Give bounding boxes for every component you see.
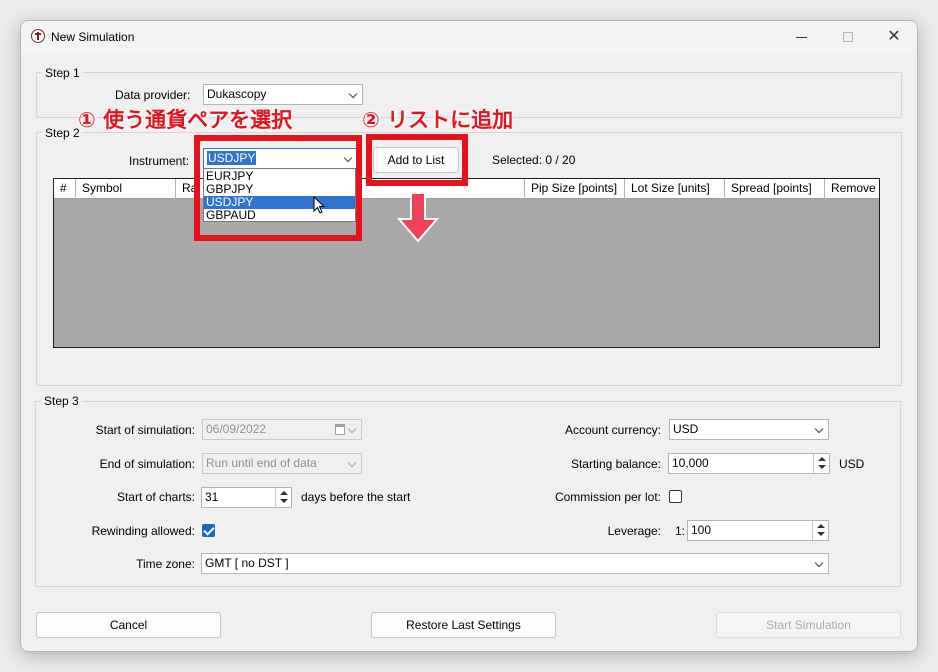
leverage-stepper[interactable]: 100 xyxy=(687,520,829,541)
instrument-label: Instrument: xyxy=(129,154,190,168)
stepper-buttons[interactable] xyxy=(275,488,291,507)
minimize-icon xyxy=(796,37,807,38)
arrow-up-icon xyxy=(818,457,826,461)
start-of-charts-stepper[interactable]: 31 xyxy=(201,487,292,508)
maximize-button[interactable] xyxy=(825,21,871,53)
window-title: New Simulation xyxy=(51,30,135,44)
start-of-charts-suffix: days before the start xyxy=(301,490,411,504)
time-zone-select[interactable]: GMT [ no DST ] xyxy=(201,553,829,574)
calendar-icon xyxy=(335,424,345,435)
app-logo-icon xyxy=(31,29,45,43)
start-of-charts-label: Start of charts: xyxy=(116,490,195,504)
starting-balance-stepper[interactable]: 10,000 xyxy=(668,453,830,474)
leverage-prefix: 1: xyxy=(675,524,686,538)
account-currency-value: USD xyxy=(673,422,699,436)
start-of-charts-value: 31 xyxy=(205,490,219,504)
close-button[interactable]: ✕ xyxy=(871,21,917,53)
minimize-button[interactable] xyxy=(779,21,825,53)
starting-balance-unit: USD xyxy=(839,457,865,471)
rewinding-allowed-checkbox[interactable] xyxy=(202,524,215,537)
end-simulation-value: Run until end of data xyxy=(206,456,317,470)
leverage-value: 100 xyxy=(691,523,712,537)
arrow-down-icon xyxy=(280,499,288,503)
arrow-up-icon xyxy=(817,524,825,528)
column-header-pip-size[interactable]: Pip Size [points] xyxy=(525,179,625,199)
chevron-down-icon xyxy=(347,424,357,434)
step3-label: Step 3 xyxy=(41,394,82,408)
annotation-step-two: ② リストに追加 xyxy=(362,108,514,132)
chevron-down-icon xyxy=(348,89,358,99)
cancel-button[interactable]: Cancel xyxy=(36,612,221,638)
arrow-down-icon xyxy=(818,465,826,469)
column-header-spread[interactable]: Spread [points] xyxy=(725,179,825,199)
data-provider-select[interactable]: Dukascopy xyxy=(203,84,363,105)
start-simulation-label: Start of simulation: xyxy=(95,423,195,437)
maximize-icon xyxy=(843,32,853,42)
column-header-symbol[interactable]: Symbol xyxy=(76,179,176,199)
chevron-down-icon xyxy=(814,424,824,434)
chevron-down-icon xyxy=(347,458,357,468)
title-bar: New Simulation ✕ xyxy=(21,21,917,53)
start-simulation-date-picker[interactable]: 06/09/2022 xyxy=(202,419,362,440)
step1-label: Step 1 xyxy=(42,66,83,80)
commission-per-lot-checkbox[interactable] xyxy=(669,490,682,503)
annotation-box-add-button xyxy=(366,134,468,186)
account-currency-label: Account currency: xyxy=(564,423,661,437)
stepper-buttons[interactable] xyxy=(813,454,829,473)
instrument-table: # Symbol Ra Pip Size [points] Lot Size [… xyxy=(53,178,880,348)
arrow-up-icon xyxy=(280,491,288,495)
starting-balance-value: 10,000 xyxy=(672,456,709,470)
down-arrow-icon xyxy=(396,192,440,243)
starting-balance-label: Starting balance: xyxy=(570,457,661,471)
end-simulation-label: End of simulation: xyxy=(99,457,195,471)
chevron-down-icon xyxy=(814,558,824,568)
data-provider-value: Dukascopy xyxy=(207,87,267,101)
annotation-step-one: ① 使う通貨ペアを選択 xyxy=(78,108,293,132)
time-zone-label: Time zone: xyxy=(136,557,195,571)
arrow-down-icon xyxy=(817,532,825,536)
stepper-buttons[interactable] xyxy=(812,521,828,540)
column-header-remove[interactable]: Remove xyxy=(825,179,879,199)
step2-label: Step 2 xyxy=(42,126,83,140)
column-header-index[interactable]: # xyxy=(54,179,76,199)
selected-count: Selected: 0 / 20 xyxy=(492,153,576,167)
column-header-lot-size[interactable]: Lot Size [units] xyxy=(625,179,725,199)
account-currency-select[interactable]: USD xyxy=(669,419,829,440)
start-simulation-button[interactable]: Start Simulation xyxy=(716,612,901,638)
data-provider-label: Data provider: xyxy=(115,88,191,102)
rewinding-allowed-label: Rewinding allowed: xyxy=(91,524,195,538)
annotation-box-instrument xyxy=(194,135,362,241)
restore-last-settings-button[interactable]: Restore Last Settings xyxy=(371,612,556,638)
end-simulation-select[interactable]: Run until end of data xyxy=(202,453,362,474)
leverage-label: Leverage: xyxy=(607,524,661,538)
start-simulation-value: 06/09/2022 xyxy=(206,422,267,436)
time-zone-value: GMT [ no DST ] xyxy=(205,556,289,570)
commission-per-lot-label: Commission per lot: xyxy=(554,490,661,504)
